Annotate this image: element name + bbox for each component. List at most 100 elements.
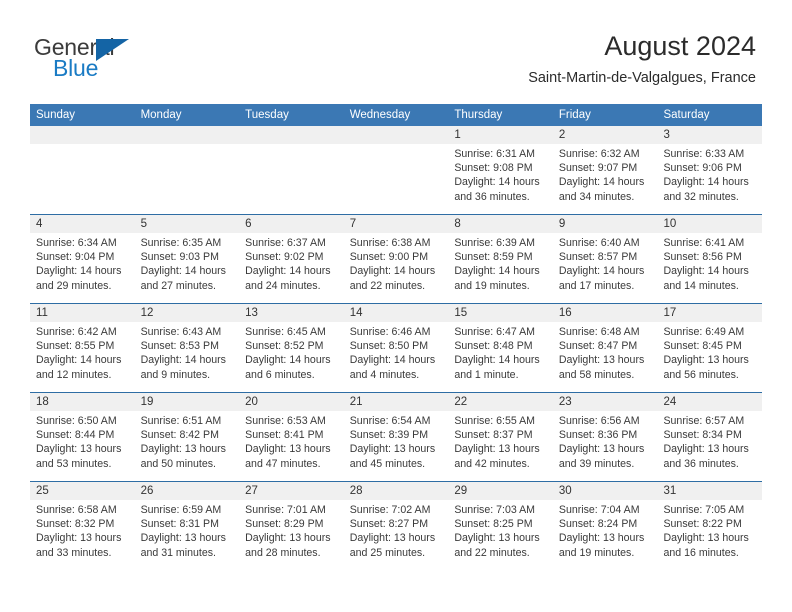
brand-logo[interactable]: General Blue bbox=[34, 34, 214, 86]
day-cell[interactable]: Sunrise: 6:31 AM Sunset: 9:08 PM Daylight:… bbox=[448, 144, 553, 214]
daylight-text-line1: Daylight: 13 hours bbox=[245, 532, 331, 545]
day-cell[interactable]: Sunrise: 6:35 AM Sunset: 9:03 PM Daylight:… bbox=[135, 233, 240, 303]
sunset-text: Sunset: 8:55 PM bbox=[36, 340, 115, 353]
daylight-text-line2: and 33 minutes. bbox=[36, 546, 112, 559]
day-cell[interactable]: Sunrise: 6:54 AM Sunset: 8:39 PM Daylight:… bbox=[344, 411, 449, 481]
day-number[interactable]: 30 bbox=[553, 482, 658, 500]
day-number[interactable]: 22 bbox=[448, 393, 553, 411]
day-number[interactable]: 2 bbox=[553, 126, 658, 144]
day-cell[interactable]: Sunrise: 6:34 AM Sunset: 9:04 PM Daylight:… bbox=[30, 233, 135, 303]
daylight-text-line1: Daylight: 13 hours bbox=[663, 354, 749, 367]
day-cell[interactable]: Sunrise: 6:58 AM Sunset: 8:32 PM Daylight:… bbox=[30, 500, 135, 570]
day-number[interactable]: 23 bbox=[553, 393, 658, 411]
day-cell[interactable]: Sunrise: 6:49 AM Sunset: 8:45 PM Daylight:… bbox=[657, 322, 762, 392]
daylight-text-line2: and 22 minutes. bbox=[454, 546, 530, 559]
day-cell[interactable]: Sunrise: 6:41 AM Sunset: 8:56 PM Daylight:… bbox=[657, 233, 762, 303]
day-number[interactable]: 31 bbox=[657, 482, 762, 500]
sunrise-text: Sunrise: 6:53 AM bbox=[245, 415, 326, 427]
sunset-text: Sunset: 8:32 PM bbox=[36, 518, 115, 531]
day-cell[interactable]: Sunrise: 7:01 AM Sunset: 8:29 PM Daylight:… bbox=[239, 500, 344, 570]
day-cell[interactable]: Sunrise: 6:51 AM Sunset: 8:42 PM Daylight:… bbox=[135, 411, 240, 481]
daylight-text-line2: and 53 minutes. bbox=[36, 457, 112, 470]
day-detail-band: Sunrise: 6:42 AM Sunset: 8:55 PM Daylight:… bbox=[30, 322, 762, 392]
daylight-text-line1: Daylight: 14 hours bbox=[558, 265, 645, 278]
day-detail-band: Sunrise: 6:31 AM Sunset: 9:08 PM Daylight:… bbox=[30, 144, 762, 214]
day-number[interactable]: 11 bbox=[30, 304, 135, 322]
sunset-text: Sunset: 8:36 PM bbox=[558, 429, 638, 442]
page-subtitle-location: Saint-Martin-de-Valgalgues, France bbox=[528, 70, 756, 86]
day-number[interactable]: 29 bbox=[448, 482, 553, 500]
day-number[interactable]: 15 bbox=[448, 304, 553, 322]
sunset-text: Sunset: 8:45 PM bbox=[663, 340, 742, 353]
date-number-band: 25 26 27 28 29 30 31 bbox=[30, 482, 762, 500]
day-cell[interactable]: Sunrise: 6:37 AM Sunset: 9:02 PM Daylight:… bbox=[239, 233, 344, 303]
daylight-text-line2: and 25 minutes. bbox=[349, 546, 426, 559]
daylight-text-line2: and 16 minutes. bbox=[663, 546, 739, 559]
daylight-text-line2: and 36 minutes. bbox=[454, 190, 530, 203]
day-cell[interactable]: Sunrise: 6:40 AM Sunset: 8:57 PM Daylight:… bbox=[553, 233, 658, 303]
day-cell[interactable]: Sunrise: 7:03 AM Sunset: 8:25 PM Daylight:… bbox=[448, 500, 553, 570]
day-number[interactable]: 17 bbox=[657, 304, 762, 322]
weekday-header-wednesday: Wednesday bbox=[349, 109, 411, 121]
day-cell[interactable]: Sunrise: 6:33 AM Sunset: 9:06 PM Daylight:… bbox=[657, 144, 762, 214]
day-number[interactable]: 20 bbox=[239, 393, 344, 411]
day-cell[interactable]: Sunrise: 6:59 AM Sunset: 8:31 PM Daylight:… bbox=[135, 500, 240, 570]
sunset-text: Sunset: 8:39 PM bbox=[349, 429, 429, 442]
daylight-text-line2: and 27 minutes. bbox=[140, 279, 216, 292]
day-number[interactable]: 7 bbox=[344, 215, 449, 233]
day-number[interactable]: 13 bbox=[239, 304, 344, 322]
sunrise-text: Sunrise: 6:58 AM bbox=[36, 504, 117, 516]
day-cell[interactable]: Sunrise: 6:42 AM Sunset: 8:55 PM Daylight:… bbox=[30, 322, 135, 392]
day-number[interactable]: 10 bbox=[657, 215, 762, 233]
day-number[interactable]: 28 bbox=[344, 482, 449, 500]
day-number[interactable]: 25 bbox=[30, 482, 135, 500]
day-cell[interactable]: Sunrise: 6:32 AM Sunset: 9:07 PM Daylight:… bbox=[553, 144, 658, 214]
day-number[interactable]: 26 bbox=[135, 482, 240, 500]
day-number[interactable]: 4 bbox=[30, 215, 135, 233]
day-cell[interactable]: Sunrise: 7:02 AM Sunset: 8:27 PM Daylight:… bbox=[344, 500, 449, 570]
sunrise-text: Sunrise: 6:38 AM bbox=[349, 237, 431, 249]
day-number[interactable]: 9 bbox=[553, 215, 658, 233]
day-number[interactable]: 27 bbox=[239, 482, 344, 500]
sunrise-text: Sunrise: 6:50 AM bbox=[36, 415, 117, 427]
sunrise-text: Sunrise: 6:51 AM bbox=[140, 415, 222, 427]
day-number[interactable]: 1 bbox=[448, 126, 553, 144]
day-cell[interactable]: Sunrise: 6:56 AM Sunset: 8:36 PM Daylight:… bbox=[553, 411, 658, 481]
day-cell[interactable]: Sunrise: 6:45 AM Sunset: 8:52 PM Daylight:… bbox=[239, 322, 344, 392]
daylight-text-line1: Daylight: 14 hours bbox=[349, 354, 436, 367]
day-number[interactable]: 5 bbox=[135, 215, 240, 233]
day-cell[interactable]: Sunrise: 6:50 AM Sunset: 8:44 PM Daylight:… bbox=[30, 411, 135, 481]
day-number[interactable]: 16 bbox=[553, 304, 658, 322]
day-cell[interactable]: Sunrise: 6:47 AM Sunset: 8:48 PM Daylight:… bbox=[448, 322, 553, 392]
day-cell[interactable]: Sunrise: 6:43 AM Sunset: 8:53 PM Daylight:… bbox=[135, 322, 240, 392]
daylight-text-line1: Daylight: 14 hours bbox=[663, 265, 749, 278]
daylight-text-line2: and 19 minutes. bbox=[454, 279, 530, 292]
day-cell[interactable]: Sunrise: 7:05 AM Sunset: 8:22 PM Daylight:… bbox=[657, 500, 762, 570]
day-number[interactable]: 14 bbox=[344, 304, 449, 322]
day-detail-band: Sunrise: 6:58 AM Sunset: 8:32 PM Daylight:… bbox=[30, 500, 762, 570]
date-number-band: 18 19 20 21 22 23 24 bbox=[30, 393, 762, 411]
day-cell[interactable]: Sunrise: 6:38 AM Sunset: 9:00 PM Daylight:… bbox=[344, 233, 449, 303]
day-number[interactable]: 21 bbox=[344, 393, 449, 411]
day-cell[interactable]: Sunrise: 6:55 AM Sunset: 8:37 PM Daylight:… bbox=[448, 411, 553, 481]
day-number[interactable]: 24 bbox=[657, 393, 762, 411]
sunrise-text: Sunrise: 7:03 AM bbox=[454, 504, 535, 516]
day-cell[interactable]: Sunrise: 6:53 AM Sunset: 8:41 PM Daylight:… bbox=[239, 411, 344, 481]
daylight-text-line1: Daylight: 13 hours bbox=[558, 532, 645, 545]
day-cell[interactable]: Sunrise: 6:39 AM Sunset: 8:59 PM Daylight:… bbox=[448, 233, 553, 303]
sunrise-text: Sunrise: 6:45 AM bbox=[245, 326, 326, 338]
sunset-text: Sunset: 9:06 PM bbox=[663, 162, 742, 175]
day-cell[interactable]: Sunrise: 6:57 AM Sunset: 8:34 PM Daylight:… bbox=[657, 411, 762, 481]
sunrise-text: Sunrise: 7:02 AM bbox=[349, 504, 431, 516]
sunset-text: Sunset: 8:52 PM bbox=[245, 340, 324, 353]
day-number[interactable]: 6 bbox=[239, 215, 344, 233]
day-number[interactable]: 8 bbox=[448, 215, 553, 233]
day-cell[interactable]: Sunrise: 7:04 AM Sunset: 8:24 PM Daylight:… bbox=[553, 500, 658, 570]
weekday-header-saturday: Saturday bbox=[663, 109, 710, 121]
day-cell[interactable]: Sunrise: 6:46 AM Sunset: 8:50 PM Daylight:… bbox=[344, 322, 449, 392]
day-number[interactable]: 3 bbox=[657, 126, 762, 144]
day-number[interactable]: 18 bbox=[30, 393, 135, 411]
day-number[interactable]: 19 bbox=[135, 393, 240, 411]
day-number[interactable]: 12 bbox=[135, 304, 240, 322]
day-cell[interactable]: Sunrise: 6:48 AM Sunset: 8:47 PM Daylight:… bbox=[553, 322, 658, 392]
